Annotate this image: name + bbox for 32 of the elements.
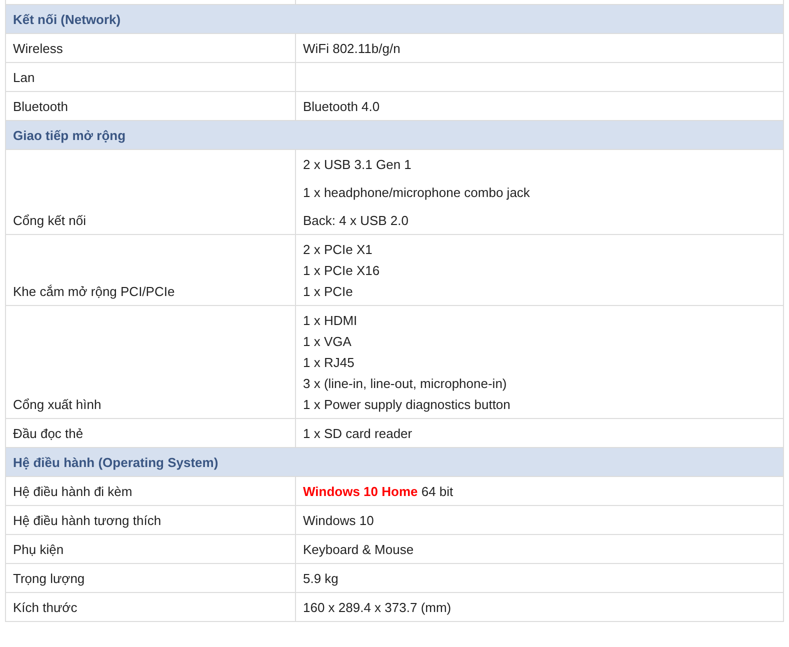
spec-label: Cổng kết nối: [6, 150, 296, 234]
spec-value: 1 x SD card reader: [303, 425, 414, 443]
spec-value: 1 x PCIe X16: [303, 262, 381, 280]
spec-value: 1 x Power supply diagnostics button: [303, 396, 512, 414]
spec-label: Trọng lượng: [6, 564, 296, 592]
spec-value: Windows 10 Home 64 bit: [303, 483, 454, 501]
section-header: Kết nối (Network): [6, 4, 784, 34]
spec-value: 160 x 289.4 x 373.7 (mm): [303, 599, 452, 617]
spec-value: 2 x PCIe X1: [303, 241, 374, 259]
spec-label: Hệ điều hành đi kèm: [6, 476, 296, 506]
spec-label: Cổng xuất hình: [6, 306, 296, 418]
spec-value: 1 x VGA: [303, 333, 352, 351]
spec-label: Kích thước: [6, 592, 296, 622]
spec-value: WiFi 802.11b/g/n: [303, 40, 402, 58]
spec-value: Bluetooth 4.0: [303, 98, 381, 116]
spec-value: 2 x USB 3.1 Gen 1: [303, 156, 412, 174]
section-header: Hệ điều hành (Operating System): [6, 448, 784, 476]
spec-label: Wireless: [6, 34, 296, 62]
spec-value: 1 x HDMI: [303, 312, 358, 330]
spec-label: Lan: [6, 62, 296, 92]
section-header: Giao tiếp mở rộng: [6, 120, 784, 150]
spec-value: 5.9 kg: [303, 570, 340, 588]
spec-value: Keyboard & Mouse: [303, 541, 415, 559]
spec-value: 1 x headphone/microphone combo jack: [303, 184, 531, 202]
spec-value: 1 x PCIe: [303, 283, 354, 301]
spec-label: Hệ điều hành tương thích: [6, 506, 296, 534]
spec-value: 1 x RJ45: [303, 354, 356, 372]
spec-value: Back: 4 x USB 2.0: [303, 212, 410, 230]
spec-value: 3 x (line-in, line-out, microphone-in): [303, 375, 508, 393]
spec-label: Phụ kiện: [6, 534, 296, 564]
spec-label: Khe cắm mở rộng PCI/PCIe: [6, 234, 296, 306]
spec-value: Windows 10: [303, 512, 375, 530]
